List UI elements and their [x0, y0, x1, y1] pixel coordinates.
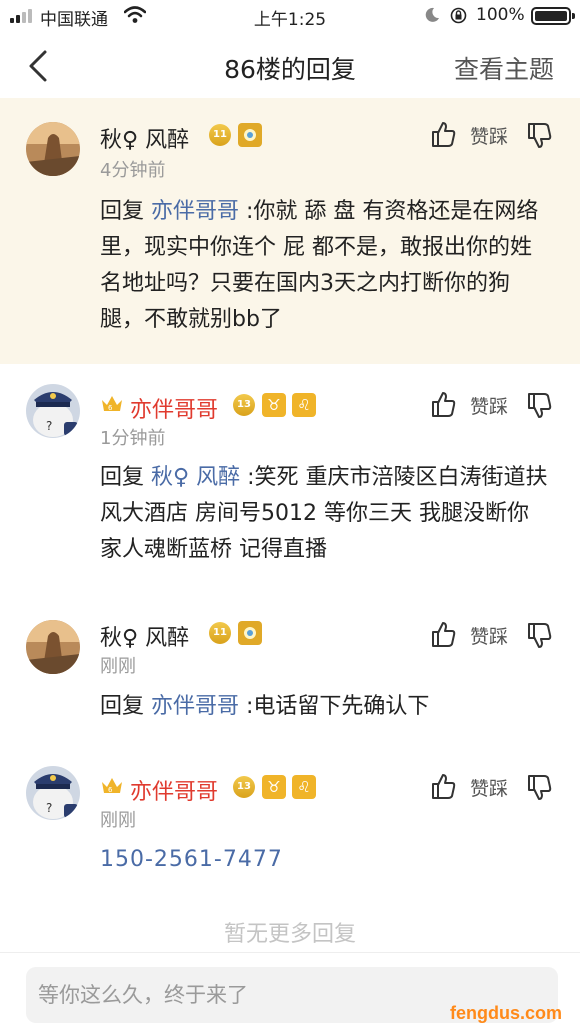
thumbs-up-icon[interactable]	[430, 120, 456, 148]
reply-item: 秋♀ 风醉 11 刚刚 回复 亦伴哥哥 :电话留下先确认下 赞踩	[0, 600, 580, 750]
vip-crown-icon: 6	[102, 778, 122, 794]
svg-text:?: ?	[46, 419, 52, 433]
reply-input-bar: fengdus.com	[0, 952, 580, 1032]
avatar[interactable]: ?	[26, 384, 80, 438]
watermark: fengdus.com	[449, 1003, 562, 1023]
svg-text:6: 6	[108, 786, 113, 794]
avatar[interactable]	[26, 122, 80, 176]
reply-content: 回复 亦伴哥哥 :电话留下先确认下	[100, 689, 550, 725]
view-topic-button[interactable]: 查看主题	[454, 50, 554, 86]
thumbs-down-icon[interactable]	[526, 392, 552, 420]
thumbs-down-icon[interactable]	[526, 122, 552, 150]
avatar[interactable]: ?	[26, 766, 80, 820]
flower-badge-icon	[238, 621, 262, 645]
vote-label[interactable]: 赞踩	[470, 774, 508, 801]
level-badge: 11	[209, 124, 231, 146]
level-badge: 13	[233, 394, 255, 416]
vote-group: 赞踩	[430, 390, 554, 420]
vote-group: 赞踩	[430, 620, 554, 650]
moon-icon	[425, 7, 439, 22]
mention-link[interactable]: 秋♀ 风醉	[151, 465, 240, 490]
leo-badge-icon: ♌	[292, 775, 316, 799]
vip-crown-icon: 6	[102, 396, 122, 412]
timestamp: 刚刚	[100, 656, 136, 677]
thumbs-down-icon[interactable]	[526, 622, 552, 650]
vote-label[interactable]: 赞踩	[470, 392, 508, 419]
avatar[interactable]	[26, 620, 80, 674]
battery-icon	[531, 7, 575, 25]
svg-text:6: 6	[108, 404, 113, 412]
reply-content: 回复 亦伴哥哥 :你就 舔 盘 有资格还是在网络里，现实中你连个 屁 都不是，敢…	[100, 194, 550, 338]
timestamp: 1分钟前	[100, 428, 166, 449]
reply-item: ? 6 亦伴哥哥 13 ♉ ♌ 1分钟前 回复 秋♀ 风醉 :笑死 重庆市涪陵区…	[0, 364, 580, 600]
phone-number[interactable]: 150-2561-7477	[100, 842, 550, 878]
level-badge: 13	[233, 776, 255, 798]
svg-text:?: ?	[46, 801, 52, 815]
reply-text: :电话留下先确认下	[239, 694, 430, 719]
reply-content: 回复 秋♀ 风醉 :笑死 重庆市涪陵区白涛街道扶风大酒店 房间号5012 等你三…	[100, 460, 550, 568]
leo-badge-icon: ♌	[292, 393, 316, 417]
no-more-replies: 暂无更多回复	[223, 922, 356, 947]
username[interactable]: 亦伴哥哥	[130, 392, 218, 424]
taurus-badge-icon: ♉	[262, 393, 286, 417]
mention-link[interactable]: 亦伴哥哥	[151, 199, 239, 224]
vote-label[interactable]: 赞踩	[470, 122, 508, 149]
reply-item: ? 6 亦伴哥哥 13 ♉ ♌ 刚刚 150-2561-7477 赞踩	[0, 750, 580, 900]
vote-group: 赞踩	[430, 120, 554, 150]
username[interactable]: 秋♀ 风醉	[100, 122, 189, 154]
battery-percent: 100%	[476, 5, 525, 25]
username[interactable]: 亦伴哥哥	[130, 774, 218, 806]
taurus-badge-icon: ♉	[262, 775, 286, 799]
timestamp: 刚刚	[100, 810, 136, 831]
rotation-lock-icon	[450, 7, 467, 24]
reply-prefix: 回复	[100, 199, 151, 224]
thumbs-up-icon[interactable]	[430, 772, 456, 800]
reply-item: 秋♀ 风醉 11 4分钟前 回复 亦伴哥哥 :你就 舔 盘 有资格还是在网络里，…	[0, 98, 580, 364]
mention-link[interactable]: 亦伴哥哥	[151, 694, 239, 719]
thumbs-down-icon[interactable]	[526, 774, 552, 802]
vote-label[interactable]: 赞踩	[470, 622, 508, 649]
reply-prefix: 回复	[100, 694, 151, 719]
flower-badge-icon	[238, 123, 262, 147]
level-badge: 11	[209, 622, 231, 644]
thumbs-up-icon[interactable]	[430, 620, 456, 648]
username[interactable]: 秋♀ 风醉	[100, 620, 189, 652]
reply-prefix: 回复	[100, 465, 151, 490]
status-bar: 中国联通 上午1:25 100%	[0, 0, 580, 32]
nav-bar: 86楼的回复 查看主题	[0, 32, 580, 98]
timestamp: 4分钟前	[100, 160, 166, 181]
thumbs-up-icon[interactable]	[430, 390, 456, 418]
vote-group: 赞踩	[430, 772, 554, 802]
